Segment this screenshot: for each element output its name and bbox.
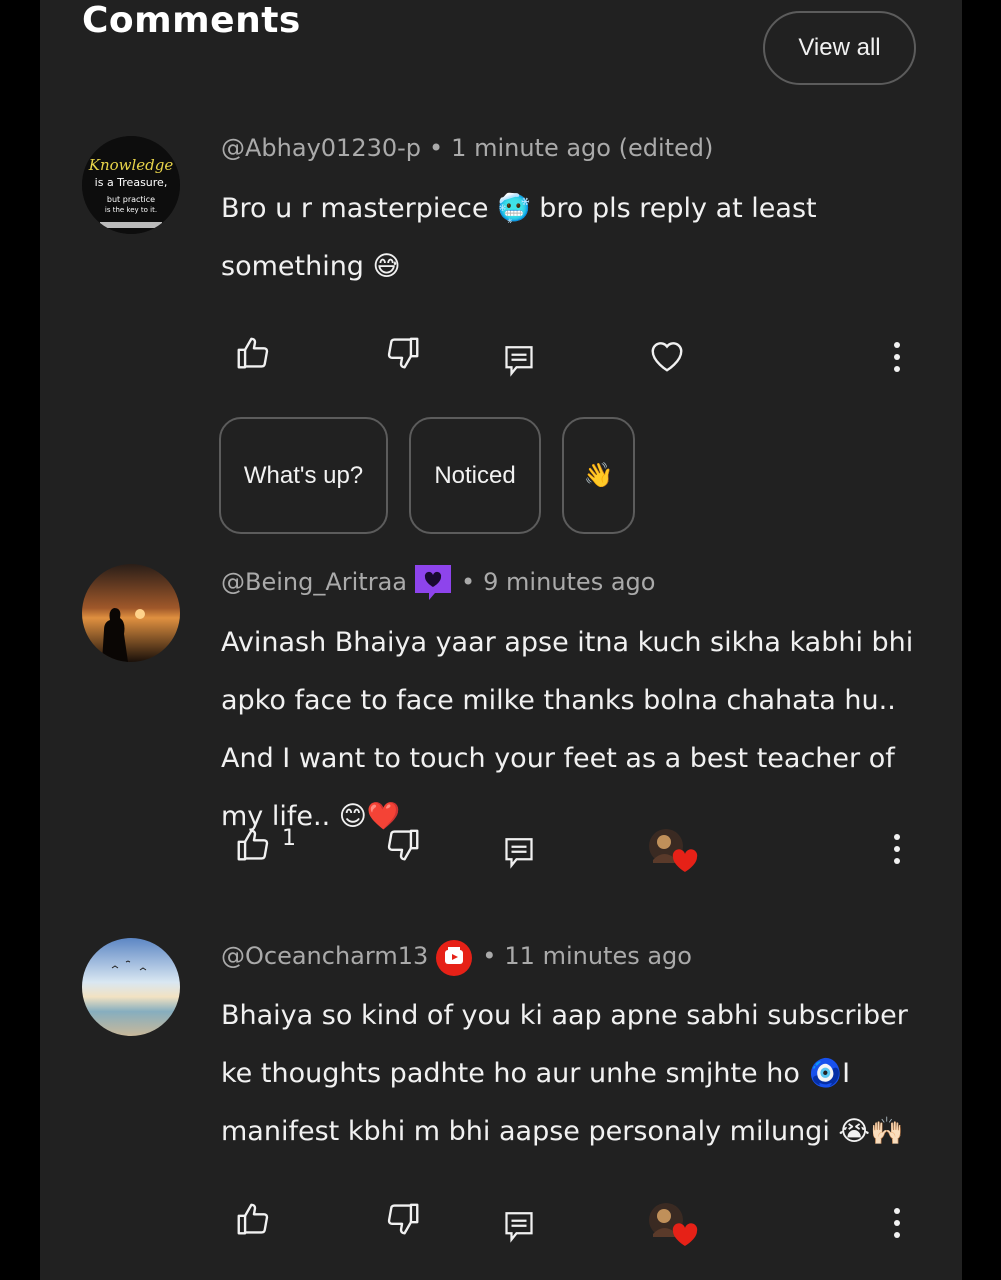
thumbs-up-icon	[237, 337, 269, 369]
reply-button[interactable]	[504, 344, 534, 378]
creator-heart-icon	[648, 828, 700, 874]
member-heart-icon	[413, 562, 453, 602]
thumbs-down-icon	[387, 337, 419, 369]
comment-text: Bro u r masterpiece 🥶 bro pls reply at l…	[221, 193, 817, 282]
avatar[interactable]	[82, 938, 180, 1036]
dislike-button[interactable]	[384, 1200, 422, 1238]
more-options-button[interactable]	[890, 342, 904, 378]
comment-meta: @Abhay01230-p • 1 minute ago (edited)	[221, 134, 714, 162]
comment-author[interactable]: @Abhay01230-p	[221, 134, 421, 162]
svg-text:Knowledge: Knowledge	[88, 156, 174, 174]
suggestion-chip[interactable]: Noticed	[409, 417, 541, 534]
comment-text: Avinash Bhaiya yaar apse itna kuch sikha…	[221, 627, 914, 832]
svg-text:is a Treasure,: is a Treasure,	[95, 176, 168, 189]
more-options-button[interactable]	[890, 1208, 904, 1244]
like-button[interactable]	[234, 334, 272, 372]
thumbs-up-icon	[237, 1203, 269, 1235]
comment-reply-icon	[505, 1212, 533, 1243]
comment-actions	[0, 1200, 1001, 1250]
comment-reply-icon	[505, 838, 533, 869]
like-count: 1	[282, 825, 296, 851]
comment-actions	[0, 334, 1001, 384]
dislike-button[interactable]	[384, 334, 422, 372]
thumbs-up-icon	[237, 829, 269, 861]
reply-button[interactable]	[504, 1210, 534, 1244]
comment-time: 1 minute ago (edited)	[451, 134, 714, 162]
heart-outline-icon	[651, 342, 683, 372]
heart-button[interactable]	[648, 338, 686, 374]
like-button[interactable]: 1	[234, 826, 296, 864]
comment-text: Bhaiya so kind of you ki aap apne sabhi …	[221, 1000, 908, 1147]
comment-meta: @Being_Aritraa • 9 minutes ago	[221, 562, 655, 602]
comment-author[interactable]: @Being_Aritraa	[221, 568, 407, 596]
reply-button[interactable]	[504, 836, 534, 870]
comment-actions: 1	[0, 826, 1001, 876]
more-options-button[interactable]	[890, 834, 904, 870]
svg-text:but practice: but practice	[107, 195, 155, 204]
comment-meta: @Oceancharm13 • 11 minutes ago	[221, 936, 692, 976]
thumbs-down-icon	[387, 829, 419, 861]
comments-title: Comments	[82, 0, 301, 41]
comment-time: 11 minutes ago	[504, 942, 692, 970]
like-button[interactable]	[234, 1200, 272, 1238]
comment-time: 9 minutes ago	[483, 568, 656, 596]
dislike-button[interactable]	[384, 826, 422, 864]
suggestion-chip[interactable]: 👋	[562, 417, 635, 534]
suggestion-chip[interactable]: What's up?	[219, 417, 388, 534]
avatar[interactable]	[82, 564, 180, 662]
comment-author[interactable]: @Oceancharm13	[221, 942, 428, 970]
svg-text:is the key to it.: is the key to it.	[105, 206, 157, 214]
avatar[interactable]: Knowledge is a Treasure, but practice is…	[82, 136, 180, 234]
reply-suggestions: What's up? Noticed 👋	[219, 417, 635, 534]
comment-reply-icon	[505, 346, 533, 377]
thumbs-down-icon	[387, 1203, 419, 1235]
view-all-button[interactable]: View all	[763, 11, 916, 85]
youtube-badge-icon	[434, 936, 474, 976]
creator-heart-icon	[648, 1202, 700, 1248]
